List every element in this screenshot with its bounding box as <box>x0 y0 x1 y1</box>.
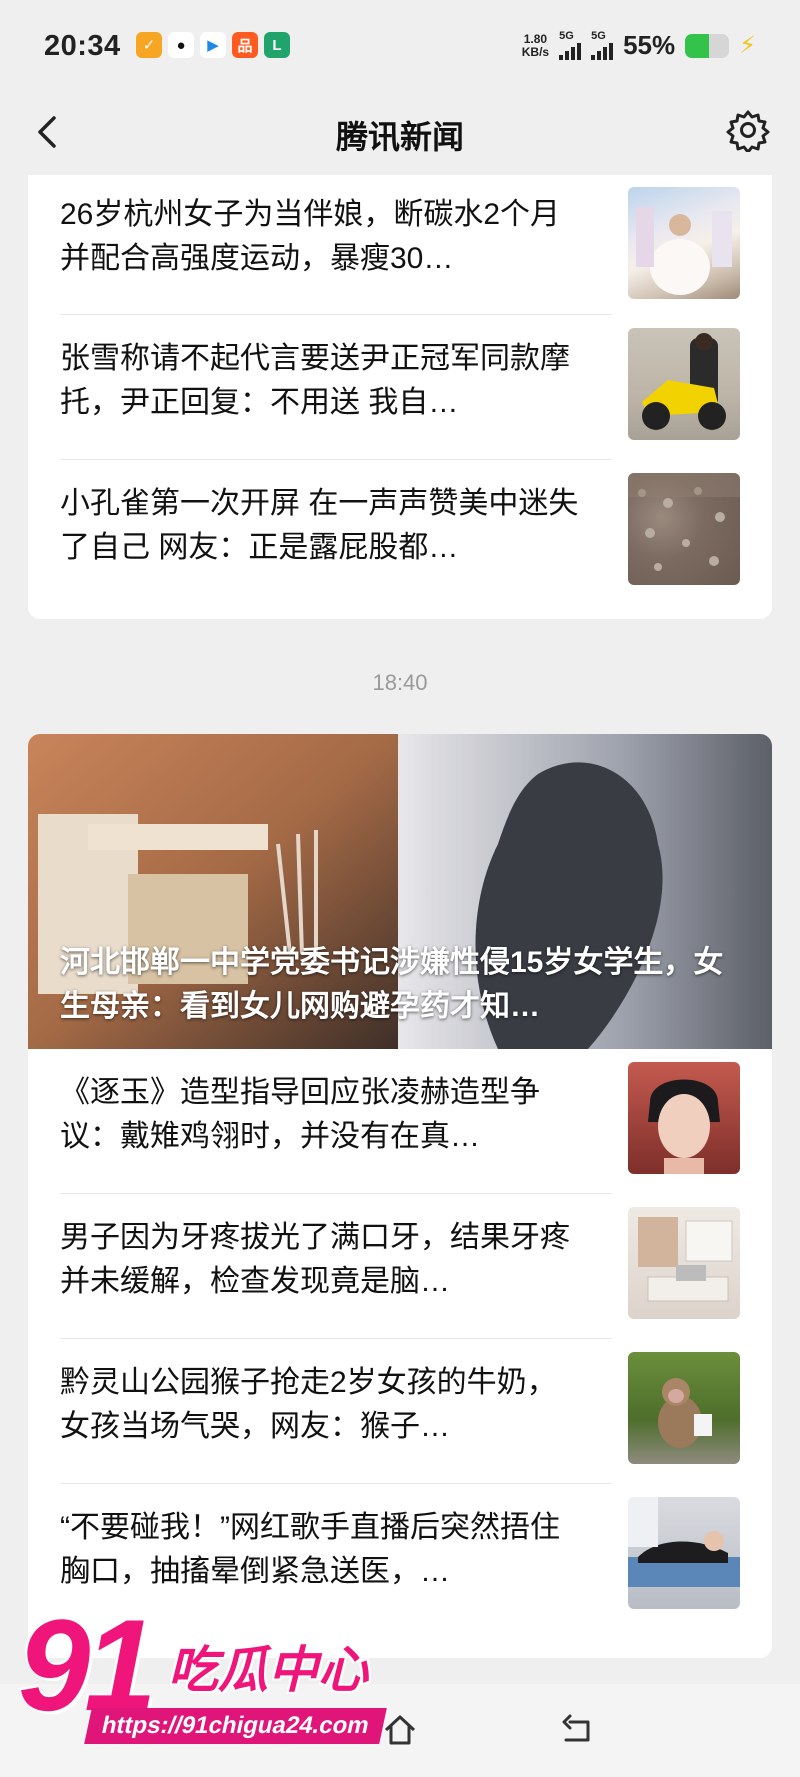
battery-fill <box>685 33 710 58</box>
net-speed-unit: KB/s <box>521 44 550 59</box>
hospital-thumbnail <box>628 1497 740 1609</box>
news-headline: 26岁杭州女子为当伴娘，断碳水2个月并配合高强度运动，暴瘦30… <box>60 198 561 275</box>
news-headline: 黔灵山公园猴子抢走2岁女孩的牛奶，女孩当场气哭，网友：猴子… <box>60 1366 557 1443</box>
net-speed-value: 1.80 <box>523 31 548 46</box>
news-headline: 张雪称请不起代言要送尹正冠军同款摩托，尹正回复：不用送 我自… <box>60 342 570 419</box>
news-item[interactable]: 26岁杭州女子为当伴娘，断碳水2个月并配合高强度运动，暴瘦30… <box>28 175 772 315</box>
news-card: 26岁杭州女子为当伴娘，断碳水2个月并配合高强度运动，暴瘦30… 张雪称请不起代… <box>28 175 772 619</box>
notification-icons: ✓ ● ▶ 品 L <box>136 32 290 58</box>
qq-icon: ● <box>168 32 194 58</box>
news-item[interactable]: 《逐玉》造型指导回应张凌赫造型争议：戴雉鸡翎时，并没有在真… <box>28 1049 772 1194</box>
net-speed: 1.80 KB/s <box>521 31 550 59</box>
news-headline: 小孔雀第一次开屏 在一声声赞美中迷失了自己 网友：正是露屁股都… <box>60 487 579 564</box>
news-item[interactable]: 张雪称请不起代言要送尹正冠军同款摩托，尹正回复：不用送 我自… <box>28 315 772 460</box>
monkey-thumbnail <box>628 1352 740 1464</box>
news-item[interactable]: 小孔雀第一次开屏 在一声声赞美中迷失了自己 网友：正是露屁股都… <box>28 460 772 605</box>
charging-bolt-icon: ⚡ <box>739 32 756 59</box>
play-app-icon: ▶ <box>200 32 226 58</box>
top-nav-bar: 腾讯新闻 <box>0 96 800 174</box>
signal-sim1-icon: 5G <box>559 30 582 60</box>
peacock-thumbnail <box>628 473 740 585</box>
news-item[interactable]: 黔灵山公园猴子抢走2岁女孩的牛奶，女孩当场气哭，网友：猴子… <box>28 1339 772 1484</box>
watermark-url: https://91chigua24.com <box>84 1708 387 1744</box>
status-time: 20:34 <box>44 30 121 62</box>
wedding-thumbnail <box>628 187 740 299</box>
news-headline: 男子因为牙疼拔光了满口牙，结果牙疼并未缓解，检查发现竟是脑… <box>60 1221 570 1298</box>
news-headline: “不要碰我！”网红歌手直播后突然捂住胸口，抽搐晕倒紧急送医，… <box>60 1511 560 1588</box>
motorcycle-thumbnail <box>628 328 740 440</box>
news-item[interactable]: 男子因为牙疼拔光了满口牙，结果牙疼并未缓解，检查发现竟是脑… <box>28 1194 772 1339</box>
battery-percent: 55% <box>623 30 676 60</box>
battery-icon <box>685 33 730 58</box>
news-card: 河北邯郸一中学党委书记涉嫌性侵15岁女学生，女生母亲：看到女儿网购避孕药才知… … <box>28 734 772 1658</box>
watermark: 91 吃瓜中心 https://91chigua24.com <box>18 1600 438 1770</box>
signal-sim2-icon: 5G <box>591 30 614 60</box>
app-notification-icon: ✓ <box>136 32 162 58</box>
shop-app-icon: 品 <box>232 32 258 58</box>
clinic-thumbnail <box>628 1207 740 1319</box>
sim2-label: 5G <box>591 30 606 42</box>
status-bar: 20:34 ✓ ● ▶ 品 L 1.80 KB/s 5G 5G 55% ⚡ <box>0 0 800 96</box>
page-title: 腾讯新闻 <box>335 119 464 155</box>
time-separator: 18:40 <box>372 670 428 695</box>
news-headline: 《逐玉》造型指导回应张凌赫造型争议：戴雉鸡翎时，并没有在真… <box>60 1076 540 1153</box>
map-app-icon: L <box>264 32 290 58</box>
hero-caption: 河北邯郸一中学党委书记涉嫌性侵15岁女学生，女生母亲：看到女儿网购避孕药才知… <box>60 946 724 1023</box>
hero-news-item[interactable]: 河北邯郸一中学党委书记涉嫌性侵15岁女学生，女生母亲：看到女儿网购避孕药才知… <box>28 734 772 1049</box>
watermark-name: 吃瓜中心 <box>168 1642 368 1698</box>
return-icon[interactable] <box>558 1710 598 1750</box>
sim1-label: 5G <box>559 30 574 42</box>
gear-icon[interactable] <box>726 108 770 154</box>
actor-thumbnail <box>628 1062 740 1174</box>
